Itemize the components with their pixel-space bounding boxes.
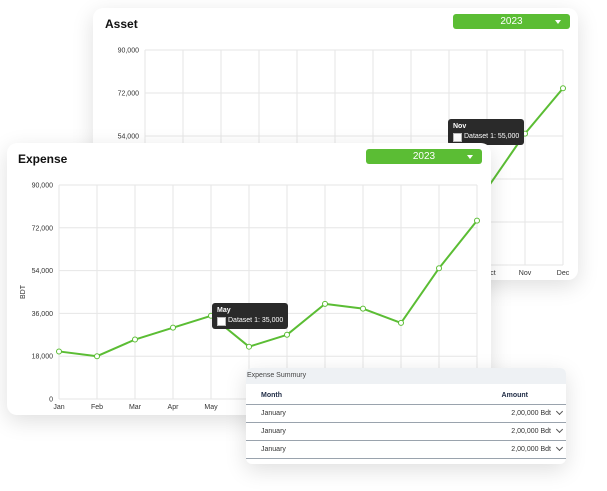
month-column-header: Month (261, 392, 282, 399)
expense-tooltip: May Dataset 1: 35,000 (212, 303, 289, 329)
amount-cell: 2,00,000 Bdt (511, 428, 551, 435)
y-tick-label: 90,000 (118, 48, 140, 55)
expense-summary-card: Expense Summury Month Amount January 2,0… (246, 368, 566, 464)
amount-cell: 2,00,000 Bdt (511, 410, 551, 417)
amount-cell: 2,00,000 Bdt (511, 446, 551, 453)
y-tick-label: 72,000 (32, 225, 54, 232)
table-row[interactable]: January 2,00,000 Bdt (246, 405, 566, 423)
chevron-down-icon[interactable] (555, 425, 564, 434)
data-point (56, 348, 62, 355)
y-tick-label: 54,000 (32, 268, 54, 275)
data-point (560, 85, 566, 92)
asset-tooltip-label: Dataset 1: 55,000 (464, 133, 520, 140)
y-tick-label: 54,000 (118, 134, 140, 141)
x-tick-label: Nov (519, 270, 532, 277)
summary-title: Expense Summury (246, 368, 566, 384)
x-tick-label: Mar (129, 404, 142, 411)
data-point (170, 324, 176, 331)
x-tick-label: Feb (91, 404, 103, 411)
x-tick-label: Jan (53, 404, 64, 411)
data-point (132, 336, 138, 343)
summary-header-row: Month Amount (246, 387, 566, 405)
data-point (474, 217, 480, 224)
x-tick-label: ct (490, 270, 496, 277)
data-point (94, 353, 100, 360)
data-point (322, 300, 328, 307)
expense-tooltip-label: Dataset 1: 35,000 (228, 317, 284, 324)
data-point (398, 319, 404, 326)
data-point (246, 343, 252, 350)
x-tick-label: Dec (557, 270, 570, 277)
asset-tooltip-title: Nov (453, 123, 467, 130)
data-point (284, 331, 290, 338)
x-tick-label: Apr (168, 404, 180, 411)
x-tick-label: May (204, 404, 218, 411)
data-point (360, 305, 366, 312)
month-cell: January (261, 446, 286, 453)
y-tick-label: 90,000 (32, 183, 54, 190)
amount-column-header: Amount (501, 392, 528, 399)
y-tick-label: 72,000 (118, 91, 140, 98)
legend-swatch (453, 132, 462, 142)
month-cell: January (261, 410, 286, 417)
y-tick-label: 18,000 (32, 354, 54, 361)
y-tick-label: 36,000 (32, 311, 54, 318)
expense-tooltip-title: May (217, 307, 231, 314)
asset-tooltip: Nov Dataset 1: 55,000 (448, 119, 525, 145)
y-tick-label: 0 (49, 397, 53, 404)
chevron-down-icon[interactable] (555, 407, 564, 416)
table-row[interactable]: January 2,00,000 Bdt (246, 423, 566, 441)
month-cell: January (261, 428, 286, 435)
series-line (58, 220, 478, 358)
y-axis-label: BDT (20, 284, 27, 299)
legend-swatch (217, 316, 226, 326)
data-point (436, 265, 442, 272)
chevron-down-icon[interactable] (555, 443, 564, 452)
table-row[interactable]: January 2,00,000 Bdt (246, 441, 566, 459)
